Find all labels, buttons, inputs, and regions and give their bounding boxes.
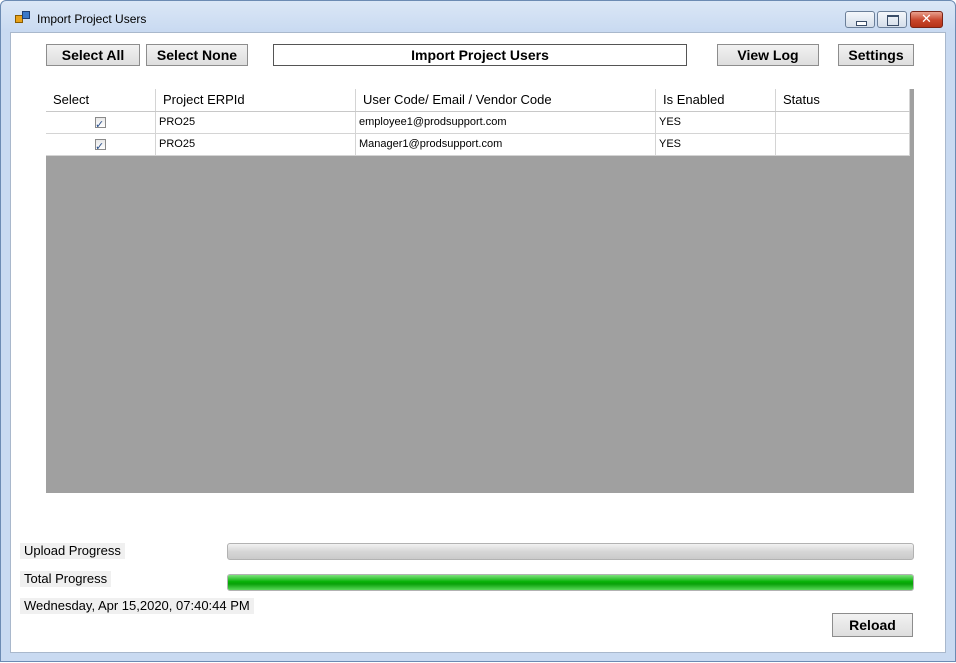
upload-progress-bar xyxy=(227,543,914,560)
total-progress-fill xyxy=(228,575,913,590)
select-cell[interactable]: ✓ xyxy=(46,134,156,155)
project-cell[interactable]: PRO25 xyxy=(156,134,356,155)
maximize-button[interactable] xyxy=(877,11,907,28)
select-none-button[interactable]: Select None xyxy=(146,44,248,66)
window-title: Import Project Users xyxy=(37,12,147,26)
minimize-icon xyxy=(856,21,867,26)
timestamp-label: Wednesday, Apr 15,2020, 07:40:44 PM xyxy=(20,598,254,614)
row-checkbox[interactable]: ✓ xyxy=(95,139,106,153)
column-header-project-erpid[interactable]: Project ERPId xyxy=(156,89,356,111)
status-cell[interactable] xyxy=(776,112,910,133)
column-header-status[interactable]: Status xyxy=(776,89,910,111)
users-grid[interactable]: Select Project ERPId User Code/ Email / … xyxy=(46,89,914,493)
title-bar[interactable]: Import Project Users ✕ xyxy=(1,1,955,31)
view-log-button[interactable]: View Log xyxy=(717,44,819,66)
select-cell[interactable]: ✓ xyxy=(46,112,156,133)
maximize-icon xyxy=(887,15,899,26)
close-icon: ✕ xyxy=(921,12,932,27)
enabled-cell[interactable]: YES xyxy=(656,134,776,155)
close-button[interactable]: ✕ xyxy=(910,11,943,28)
table-row[interactable]: ✓ PRO25 employee1@prodsupport.com YES xyxy=(46,112,910,134)
column-header-select[interactable]: Select xyxy=(46,89,156,111)
total-progress-label: Total Progress xyxy=(20,571,112,587)
upload-progress-label: Upload Progress xyxy=(20,543,125,559)
import-project-users-button[interactable]: Import Project Users xyxy=(273,44,687,66)
app-window-icon xyxy=(15,11,31,23)
enabled-cell[interactable]: YES xyxy=(656,112,776,133)
user-cell[interactable]: employee1@prodsupport.com xyxy=(356,112,656,133)
project-cell[interactable]: PRO25 xyxy=(156,112,356,133)
user-cell[interactable]: Manager1@prodsupport.com xyxy=(356,134,656,155)
grid-header: Select Project ERPId User Code/ Email / … xyxy=(46,89,910,112)
minimize-button[interactable] xyxy=(845,11,875,28)
settings-button[interactable]: Settings xyxy=(838,44,914,66)
total-progress-bar xyxy=(227,574,914,591)
column-header-is-enabled[interactable]: Is Enabled xyxy=(656,89,776,111)
reload-button[interactable]: Reload xyxy=(832,613,913,637)
status-cell[interactable] xyxy=(776,134,910,155)
checkmark-icon: ✓ xyxy=(95,140,105,153)
column-header-user-code[interactable]: User Code/ Email / Vendor Code xyxy=(356,89,656,111)
table-row[interactable]: ✓ PRO25 Manager1@prodsupport.com YES xyxy=(46,134,910,156)
select-all-button[interactable]: Select All xyxy=(46,44,140,66)
row-checkbox[interactable]: ✓ xyxy=(95,117,106,131)
checkmark-icon: ✓ xyxy=(95,118,105,131)
